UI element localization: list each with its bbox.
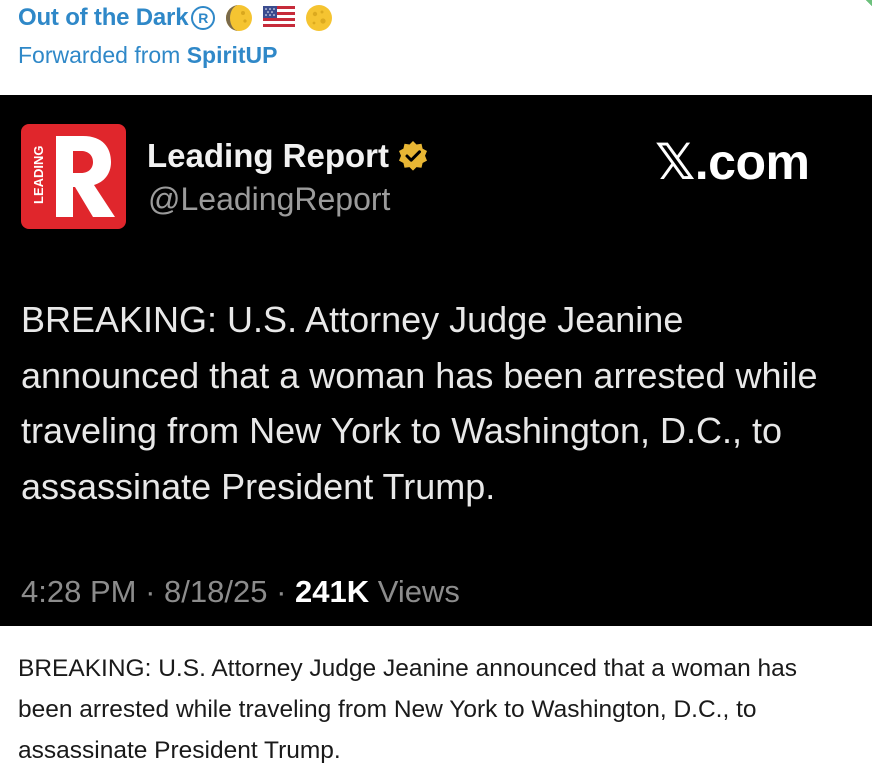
tweet-meta: 4:28 PM · 8/18/25 · 241K Views	[21, 574, 460, 610]
forwarded-from: Forwarded from SpiritUP	[18, 42, 858, 69]
message-header: Out of the Dark R Forwarded from SpiritU…	[18, 2, 858, 69]
views-label: Views	[377, 574, 460, 609]
forwarded-source-link[interactable]: SpiritUP	[187, 42, 278, 68]
moon-emoji-icon	[226, 5, 253, 31]
tweet-date: 8/18/25	[164, 574, 268, 609]
author-handle: @LeadingReport	[148, 181, 391, 217]
x-com-badge: 𝕏.com	[655, 134, 810, 190]
forwarded-label: Forwarded from	[18, 42, 181, 68]
logo-vertical-text: LEADING	[31, 146, 46, 205]
us-flag-emoji-icon	[263, 6, 296, 30]
views-count: 241K	[295, 574, 370, 609]
meta-separator: ·	[145, 574, 156, 609]
message-caption: BREAKING: U.S. Attorney Judge Jeanine an…	[18, 655, 798, 764]
full-moon-emoji-icon	[306, 5, 333, 31]
tweet-body: BREAKING: U.S. Attorney Judge Jeanine an…	[21, 299, 818, 507]
channel-row: Out of the Dark R	[18, 2, 858, 34]
verified-badge-icon	[399, 141, 428, 171]
registered-mark-icon: R	[191, 6, 216, 30]
author-name: Leading Report	[147, 137, 390, 174]
leading-report-logo-icon: LEADING	[21, 124, 126, 229]
channel-name[interactable]: Out of the Dark	[18, 4, 189, 32]
meta-separator: ·	[276, 574, 287, 609]
tweet-author: Leading Report	[147, 137, 429, 175]
corner-accent	[862, 0, 872, 10]
tweet-time: 4:28 PM	[21, 574, 137, 609]
